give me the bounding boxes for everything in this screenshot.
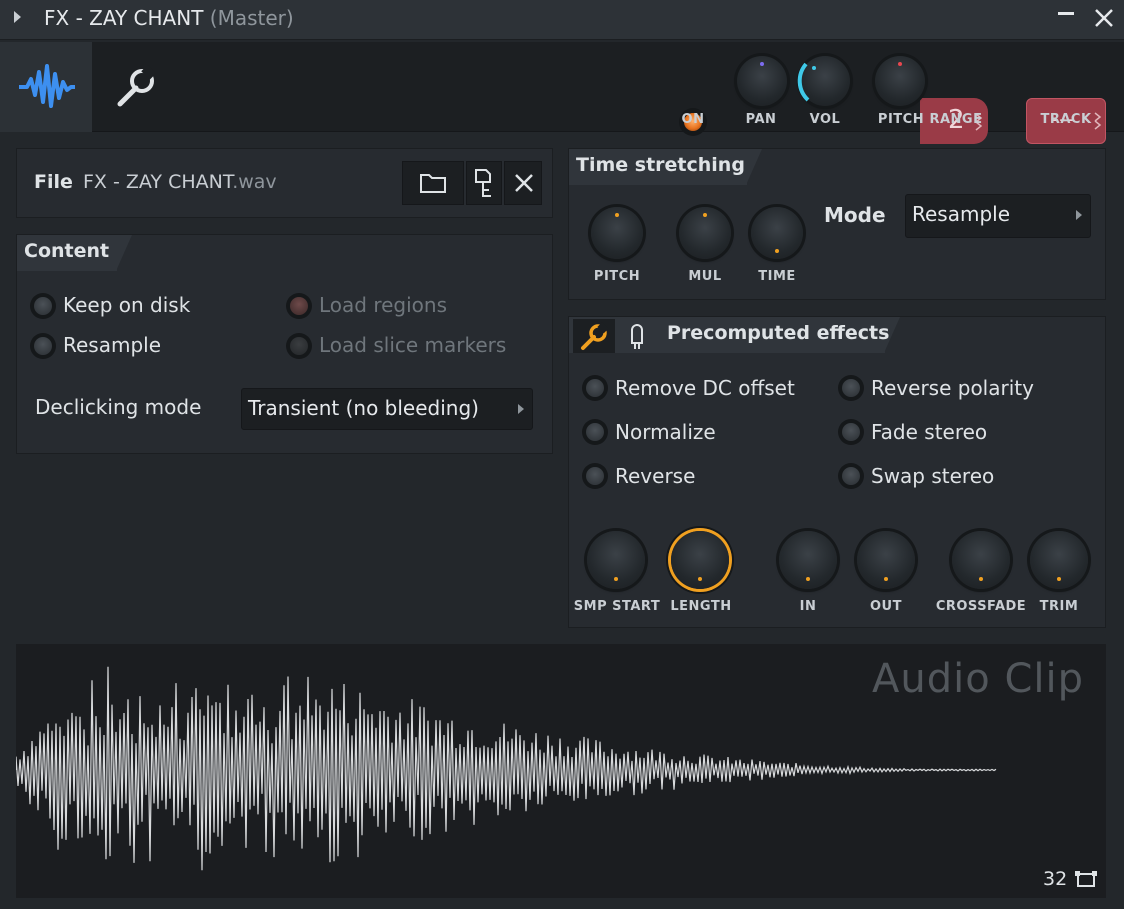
reverse-polarity-radio[interactable] bbox=[838, 375, 864, 401]
wrench-icon bbox=[117, 64, 157, 107]
resize-icon[interactable] bbox=[1074, 870, 1098, 890]
in-label: IN bbox=[799, 599, 817, 614]
time-stretching-panel: Time stretching PITCH MUL TIME Mode Resa… bbox=[568, 148, 1106, 300]
chevron-right-icon bbox=[518, 404, 524, 414]
precomputed-effects-panel: Precomputed effects Remove DC offset Nor… bbox=[568, 316, 1106, 628]
on-label: ON bbox=[681, 112, 705, 127]
length-knob[interactable] bbox=[671, 531, 729, 589]
pitch-knob[interactable] bbox=[875, 56, 925, 106]
audio-clip-label: Audio Clip bbox=[872, 656, 1084, 702]
declicking-mode-label: Declicking mode bbox=[35, 395, 202, 419]
waveform-display[interactable]: Audio Clip 32 bbox=[16, 644, 1106, 898]
waveform-icon bbox=[19, 64, 75, 108]
reverse-polarity-label: Reverse polarity bbox=[871, 376, 1034, 400]
close-icon bbox=[1095, 9, 1113, 27]
resample-label: Resample bbox=[63, 333, 162, 357]
declicking-mode-value: Transient (no bleeding) bbox=[248, 396, 479, 420]
out-knob[interactable] bbox=[857, 531, 915, 589]
trim-label: TRIM bbox=[1039, 599, 1079, 614]
ts-mul-label: MUL bbox=[688, 269, 722, 284]
vol-arc bbox=[797, 62, 810, 102]
close-icon bbox=[515, 174, 533, 192]
declicking-mode-dropdown[interactable]: Transient (no bleeding) bbox=[241, 388, 533, 430]
ts-pitch-label: PITCH bbox=[593, 269, 641, 284]
track-label: TRACK bbox=[1040, 112, 1092, 127]
vol-label: VOL bbox=[809, 112, 841, 127]
wrench-icon bbox=[581, 322, 609, 350]
load-regions-label: Load regions bbox=[319, 293, 448, 317]
tube-icon bbox=[631, 324, 643, 349]
close-window-button[interactable] bbox=[1092, 6, 1116, 30]
smp-start-knob[interactable] bbox=[587, 531, 645, 589]
crossfade-knob[interactable] bbox=[952, 531, 1010, 589]
fade-stereo-radio[interactable] bbox=[838, 419, 864, 445]
open-file-button[interactable] bbox=[402, 161, 464, 205]
file-ext: .wav bbox=[232, 171, 277, 193]
mode-label: Mode bbox=[824, 203, 886, 227]
file-tree-icon bbox=[475, 169, 491, 197]
reverse-label: Reverse bbox=[615, 464, 696, 488]
file-panel: File FX - ZAY CHANT.wav bbox=[16, 148, 553, 218]
mode-value: Resample bbox=[912, 202, 1011, 226]
file-name-text: FX - ZAY CHANT bbox=[83, 171, 233, 193]
pitch-label: PITCH bbox=[877, 112, 925, 127]
load-regions-radio bbox=[286, 293, 312, 319]
swap-stereo-label: Swap stereo bbox=[871, 464, 995, 488]
chevron-right-icon bbox=[1076, 210, 1082, 220]
tab-waveform[interactable] bbox=[0, 42, 92, 132]
expand-arrow-icon[interactable] bbox=[14, 11, 21, 23]
tab-settings[interactable] bbox=[92, 42, 182, 132]
remove-dc-offset-label: Remove DC offset bbox=[615, 376, 795, 400]
pan-knob[interactable] bbox=[737, 56, 787, 106]
in-knob[interactable] bbox=[779, 531, 837, 589]
file-tree-button[interactable] bbox=[466, 161, 502, 205]
trim-knob[interactable] bbox=[1030, 531, 1088, 589]
tab-slant bbox=[746, 149, 762, 185]
tab-slant bbox=[116, 235, 132, 271]
toolbar: ON PAN VOL 2 PITCH RANGE --- TRACK bbox=[0, 42, 1124, 144]
window-title-text: FX - ZAY CHANT bbox=[44, 6, 204, 30]
swap-stereo-radio[interactable] bbox=[838, 463, 864, 489]
ts-mul-knob[interactable] bbox=[679, 207, 731, 259]
precomputed-effects-title: Precomputed effects bbox=[667, 322, 890, 344]
fade-stereo-label: Fade stereo bbox=[871, 420, 988, 444]
ts-time-label: TIME bbox=[758, 269, 796, 284]
keep-on-disk-radio[interactable] bbox=[30, 293, 56, 319]
folder-icon bbox=[420, 174, 446, 193]
reverse-radio[interactable] bbox=[582, 463, 608, 489]
crossfade-label: CROSSFADE bbox=[935, 599, 1027, 614]
window-title: FX - ZAY CHANT (Master) bbox=[44, 6, 294, 30]
window-subtitle: (Master) bbox=[209, 6, 294, 30]
out-label: OUT bbox=[870, 599, 902, 614]
resample-radio[interactable] bbox=[30, 333, 56, 359]
time-stretching-title: Time stretching bbox=[576, 154, 745, 176]
range-label: RANGE bbox=[929, 112, 983, 127]
clear-file-button[interactable] bbox=[504, 161, 542, 205]
zoom-value: 32 bbox=[1043, 868, 1068, 890]
pan-label: PAN bbox=[745, 112, 777, 127]
normalize-label: Normalize bbox=[615, 420, 716, 444]
remove-dc-offset-radio[interactable] bbox=[582, 375, 608, 401]
load-slice-markers-label: Load slice markers bbox=[319, 333, 507, 357]
pan-indicator bbox=[760, 62, 764, 66]
content-panel: Content Keep on disk Resample Load regio… bbox=[16, 234, 553, 454]
normalize-radio[interactable] bbox=[582, 419, 608, 445]
smp-start-label: SMP START bbox=[573, 599, 661, 614]
keep-on-disk-label: Keep on disk bbox=[63, 293, 191, 317]
minimize-button[interactable] bbox=[1058, 12, 1074, 15]
length-label: LENGTH bbox=[670, 599, 732, 614]
pitch-indicator bbox=[898, 62, 902, 66]
ts-pitch-knob[interactable] bbox=[591, 207, 643, 259]
ts-time-knob[interactable] bbox=[751, 207, 803, 259]
file-name: FX - ZAY CHANT.wav bbox=[83, 171, 277, 193]
file-label: File bbox=[34, 171, 73, 193]
load-slice-markers-radio bbox=[286, 333, 312, 359]
pe-wrench-button[interactable] bbox=[573, 319, 615, 353]
title-bar: FX - ZAY CHANT (Master) bbox=[0, 0, 1124, 40]
content-title: Content bbox=[24, 240, 110, 262]
mode-dropdown[interactable]: Resample bbox=[905, 194, 1091, 238]
